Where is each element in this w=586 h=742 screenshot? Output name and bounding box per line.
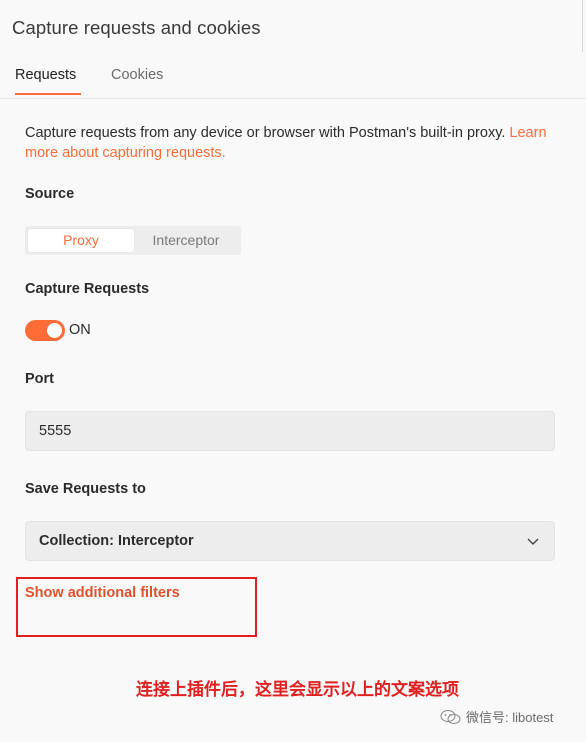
description-text: Capture requests from any device or brow… [25, 125, 506, 141]
tab-bar: Requests Cookies [0, 60, 586, 99]
window-edge [582, 0, 586, 52]
port-label: Port [25, 371, 54, 387]
tab-requests[interactable]: Requests [15, 67, 76, 83]
toggle-state-text: ON [69, 322, 91, 338]
save-requests-value: Collection: Interceptor [39, 533, 194, 549]
port-input[interactable]: 5555 [25, 411, 555, 451]
toggle-knob [47, 323, 62, 338]
source-label: Source [25, 186, 75, 202]
dialog-title: Capture requests and cookies [12, 17, 261, 38]
chevron-down-icon [527, 538, 539, 545]
tab-cookies[interactable]: Cookies [111, 67, 163, 83]
watermark-text: 微信号: libotest [466, 710, 554, 725]
source-proxy-option[interactable]: Proxy [28, 229, 134, 252]
save-requests-label: Save Requests to [25, 481, 146, 497]
capture-toggle[interactable] [25, 320, 65, 341]
port-value: 5555 [39, 423, 72, 439]
capture-dialog: Capture requests and cookies Requests Co… [0, 0, 586, 742]
source-interceptor-option[interactable]: Interceptor [135, 229, 237, 252]
description: Capture requests from any device or brow… [25, 123, 555, 163]
save-requests-select[interactable]: Collection: Interceptor [25, 521, 555, 561]
annotation-text: 连接上插件后，这里会显示以上的文案选项 [136, 680, 459, 699]
watermark: 微信号: libotest [440, 707, 553, 726]
capture-requests-label: Capture Requests [25, 281, 150, 297]
annotation-highlight-box [16, 577, 257, 637]
source-segmented-control: Proxy Interceptor [25, 226, 241, 255]
active-tab-indicator [15, 93, 81, 95]
wechat-icon [440, 709, 461, 724]
